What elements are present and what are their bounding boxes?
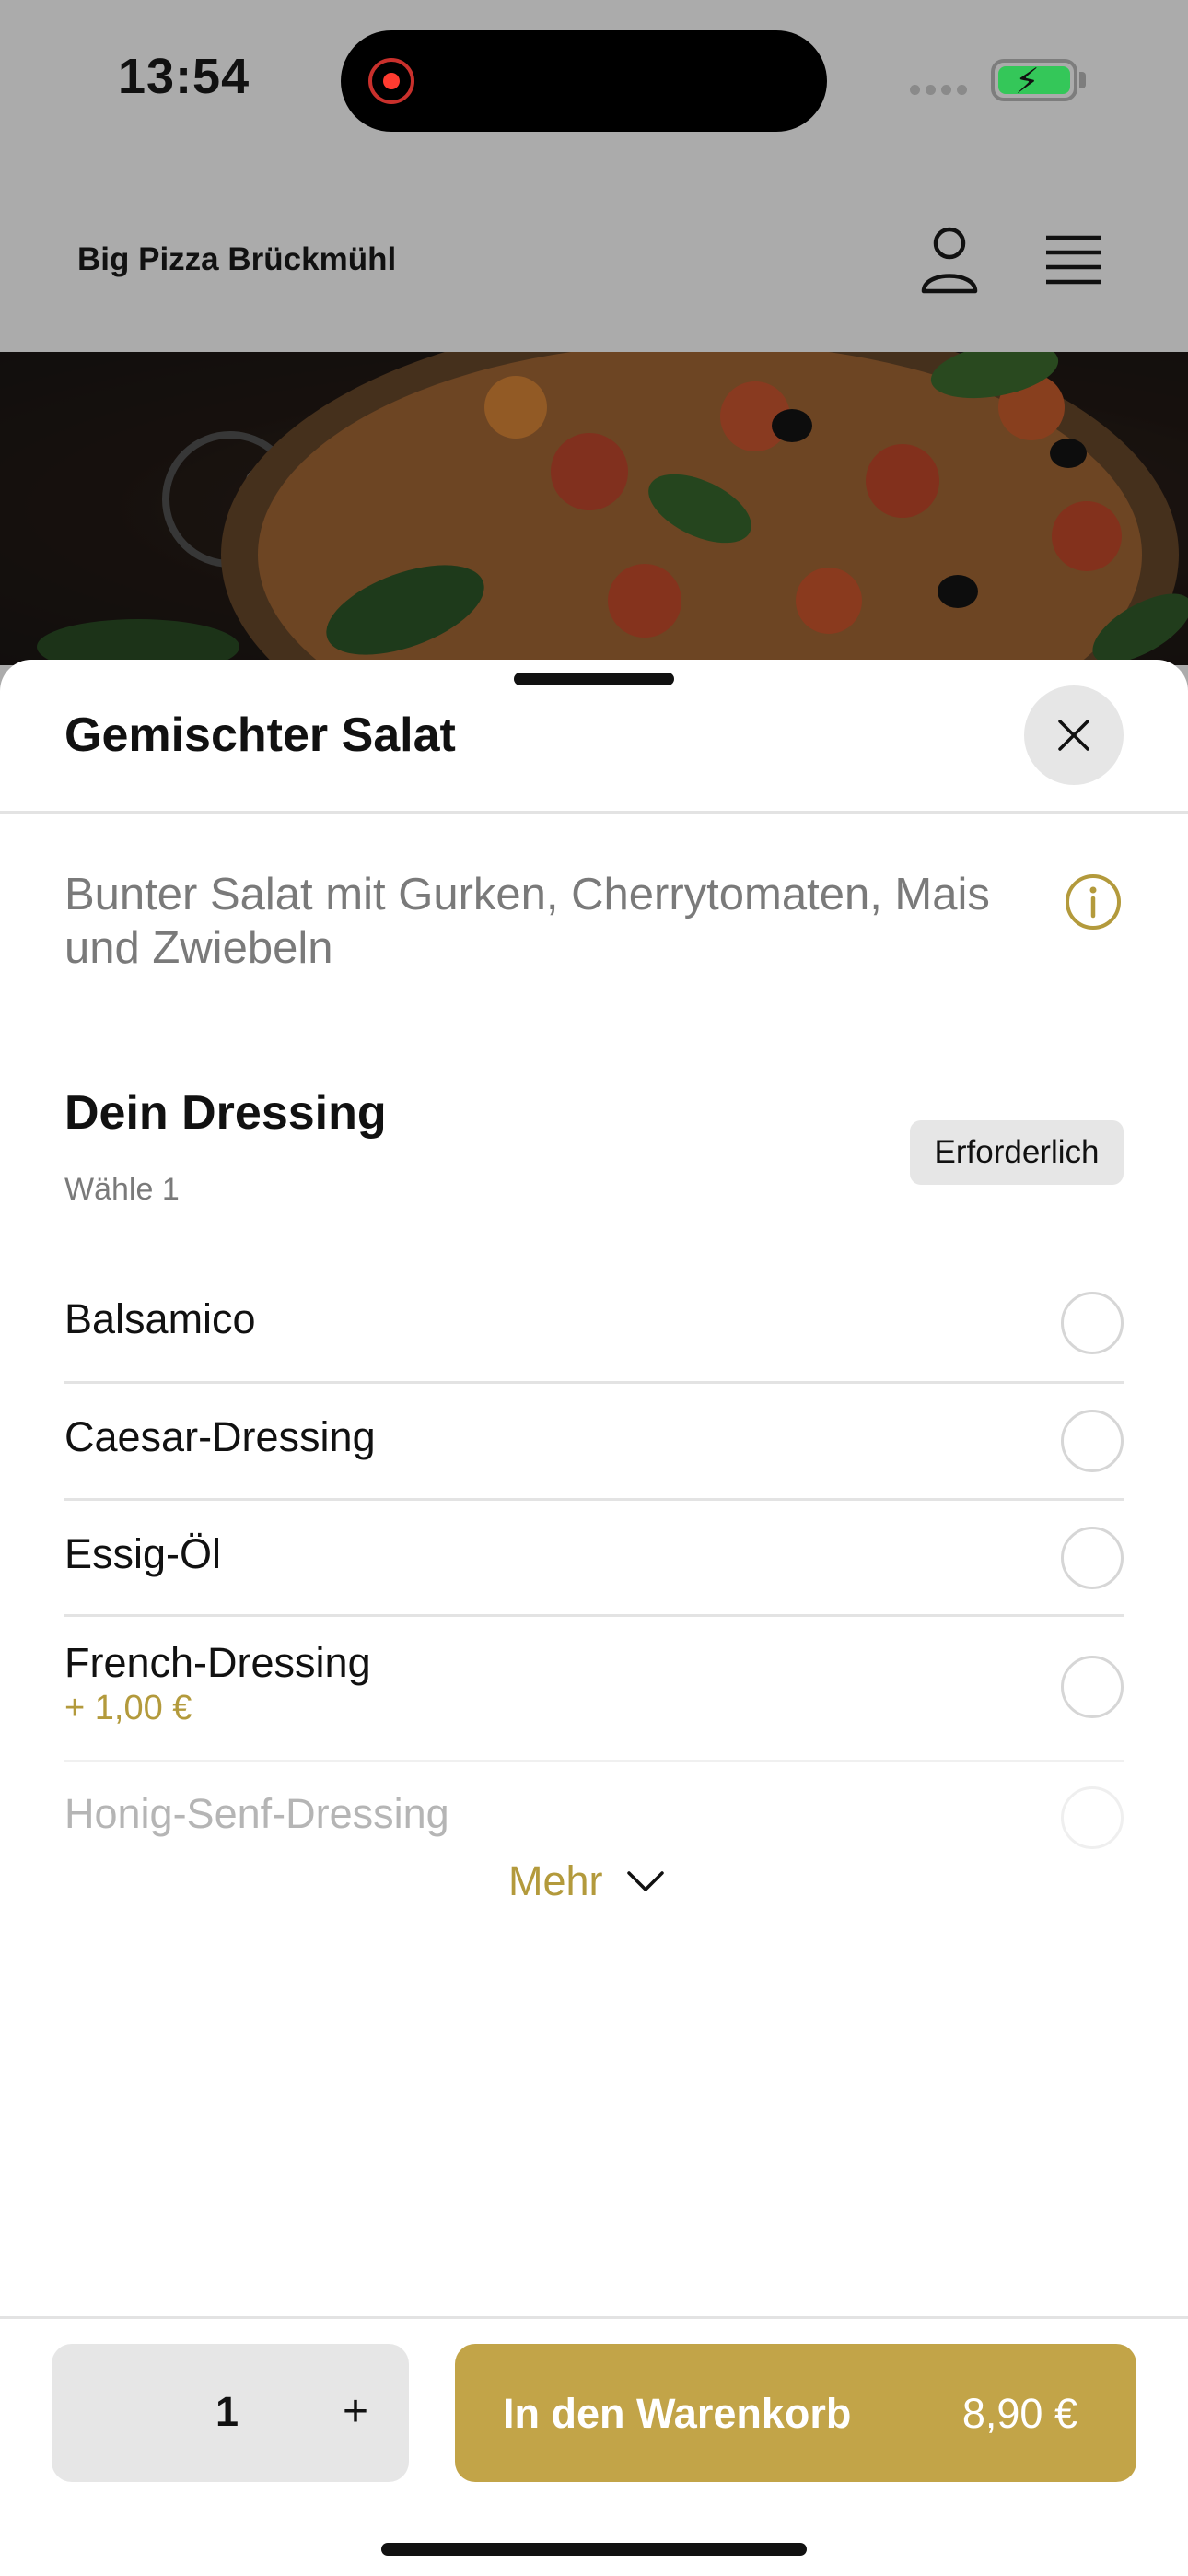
product-title: Gemischter Salat — [64, 708, 456, 762]
battery-nub — [1079, 72, 1086, 88]
option-essig-oel[interactable]: Essig-Öl — [64, 1501, 1124, 1617]
signal-icon — [910, 85, 967, 95]
product-description: Bunter Salat mit Gurken, Cherrytomaten, … — [64, 870, 990, 973]
option-label: French-Dressing — [64, 1639, 371, 1686]
option-balsamico[interactable]: Balsamico — [64, 1268, 1124, 1384]
more-label: Mehr — [508, 1857, 603, 1904]
dynamic-island — [341, 30, 827, 132]
menu-icon[interactable] — [1044, 234, 1103, 286]
add-to-cart-button[interactable]: In den Warenkorb 8,90 € — [455, 2344, 1136, 2482]
user-icon[interactable] — [919, 225, 980, 295]
sheet-grabber[interactable] — [514, 673, 674, 685]
option-price: + 1,00 € — [64, 1689, 192, 1727]
option-radio[interactable] — [1061, 1292, 1124, 1354]
recording-indicator-icon — [368, 58, 414, 104]
battery-icon: ⚡ — [991, 59, 1077, 101]
add-to-cart-price: 8,90 € — [961, 2390, 1077, 2437]
option-caesar-dressing[interactable]: Caesar-Dressing — [64, 1384, 1124, 1501]
info-icon[interactable] — [1065, 873, 1122, 931]
app-header: Big Pizza Brückmühl — [0, 166, 1188, 352]
option-label: Caesar-Dressing — [64, 1413, 376, 1460]
option-radio[interactable] — [1061, 1656, 1124, 1718]
more-button[interactable]: Mehr — [508, 1857, 664, 1905]
close-button[interactable] — [1024, 685, 1124, 785]
option-radio[interactable] — [1061, 1527, 1124, 1589]
quantity-value: 1 — [215, 2388, 239, 2435]
footer-divider — [0, 2316, 1188, 2319]
header-divider — [0, 811, 1188, 814]
required-badge: Erforderlich — [910, 1120, 1124, 1185]
option-label: Essig-Öl — [64, 1530, 222, 1577]
close-icon — [1058, 720, 1089, 751]
quantity-plus-button[interactable]: + — [328, 2377, 383, 2447]
home-indicator — [381, 2543, 807, 2556]
quantity-stepper: 1 + — [52, 2344, 409, 2482]
status-time: 13:54 — [118, 49, 250, 104]
option-label: Honig-Senf-Dressing — [64, 1790, 449, 1837]
status-bar: 13:54 ⚡ — [0, 0, 1188, 166]
add-to-cart-label: In den Warenkorb — [503, 2390, 852, 2437]
option-radio[interactable] — [1061, 1410, 1124, 1472]
brand-name[interactable]: Big Pizza Brückmühl — [77, 241, 396, 278]
option-french-dressing[interactable]: French-Dressing + 1,00 € — [64, 1617, 1124, 1762]
product-bottom-sheet: Gemischter Salat Bunter Salat mit Gurken… — [0, 660, 1188, 2576]
chevron-down-icon — [626, 1871, 664, 1891]
hero-image — [0, 352, 1188, 665]
option-label: Balsamico — [64, 1295, 256, 1342]
option-honig-senf-dressing[interactable]: Honig-Senf-Dressing — [64, 1762, 1124, 1855]
dressing-section-subtitle: Wähle 1 — [64, 1172, 180, 1207]
option-radio[interactable] — [1061, 1786, 1124, 1849]
dressing-section-title: Dein Dressing — [64, 1086, 387, 1140]
